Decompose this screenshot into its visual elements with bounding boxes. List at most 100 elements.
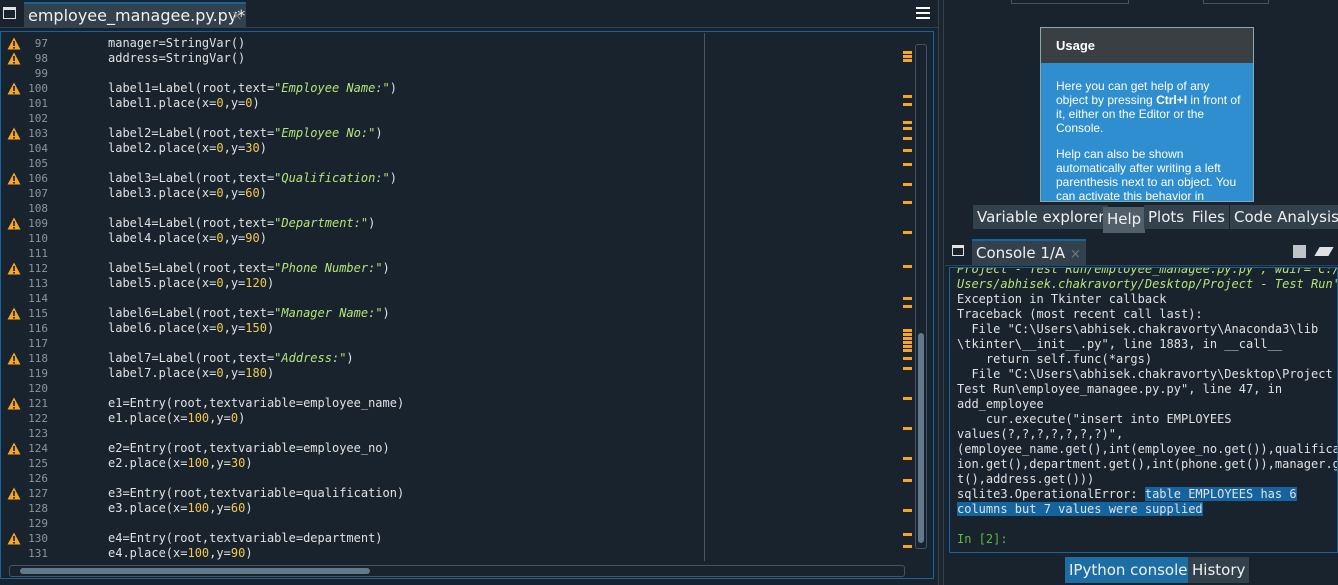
- code-line[interactable]: [76, 246, 903, 261]
- warning-icon[interactable]: [7, 307, 21, 320]
- close-icon[interactable]: ×: [1070, 247, 1081, 262]
- warning-flag-marker[interactable]: [903, 103, 912, 106]
- warning-icon[interactable]: [7, 172, 21, 185]
- warning-flag-marker[interactable]: [903, 367, 912, 370]
- console-tab[interactable]: Console 1/A ×: [972, 239, 1086, 266]
- code-line[interactable]: label5=Label(root,text="Phone Number:"): [76, 261, 903, 276]
- warning-flag-strip[interactable]: [903, 33, 915, 563]
- code-line[interactable]: [76, 516, 903, 531]
- warning-flag-marker[interactable]: [903, 545, 912, 548]
- warning-flag-marker[interactable]: [903, 137, 912, 140]
- code-line[interactable]: manager=StringVar(): [76, 36, 903, 51]
- pane-splitter[interactable]: [938, 0, 944, 585]
- code-line[interactable]: e4=Entry(root,textvariable=department): [76, 531, 903, 546]
- warning-flag-marker[interactable]: [903, 509, 912, 512]
- warning-flag-marker[interactable]: [903, 349, 912, 352]
- warning-flag-marker[interactable]: [903, 345, 912, 348]
- horizontal-scrollbar[interactable]: [9, 565, 905, 577]
- warning-icon[interactable]: [7, 532, 21, 545]
- help-toolbar-field[interactable]: [1011, 0, 1129, 4]
- warning-icon[interactable]: [7, 442, 21, 455]
- warning-flag-marker[interactable]: [903, 397, 912, 400]
- warning-flag-marker[interactable]: [903, 533, 912, 536]
- warning-icon[interactable]: [7, 217, 21, 230]
- code-line[interactable]: e2=Entry(root,textvariable=employee_no): [76, 441, 903, 456]
- vertical-scrollbar[interactable]: [915, 44, 927, 549]
- warning-icon[interactable]: [7, 397, 21, 410]
- eraser-icon[interactable]: [1314, 247, 1334, 256]
- editor-tab[interactable]: employee_managee.py.py* ×: [24, 2, 246, 28]
- code-line[interactable]: [76, 336, 903, 351]
- warning-flag-marker[interactable]: [903, 163, 912, 166]
- code-line[interactable]: [76, 426, 903, 441]
- help-toolbar-field[interactable]: [1203, 0, 1269, 4]
- warning-icon[interactable]: [7, 82, 21, 95]
- tab-code-analysis[interactable]: Code Analysis: [1230, 205, 1338, 229]
- warning-flag-marker[interactable]: [903, 149, 912, 152]
- warning-flag-marker[interactable]: [903, 51, 912, 54]
- code-line[interactable]: [76, 111, 903, 126]
- code-line[interactable]: label3=Label(root,text="Qualification:"): [76, 171, 903, 186]
- code-line[interactable]: label6=Label(root,text="Manager Name:"): [76, 306, 903, 321]
- tab-variable-explorer[interactable]: Variable explorer: [973, 205, 1109, 229]
- warning-flag-marker[interactable]: [903, 305, 912, 308]
- tab-switcher-icon[interactable]: [3, 7, 16, 19]
- code-line[interactable]: label2=Label(root,text="Employee No:"): [76, 126, 903, 141]
- warning-flag-marker[interactable]: [903, 55, 912, 58]
- code-line[interactable]: label6.place(x=0,y=150): [76, 321, 903, 336]
- code-line[interactable]: e3.place(x=100,y=60): [76, 501, 903, 516]
- warning-flag-marker[interactable]: [903, 201, 912, 204]
- warning-icon[interactable]: [7, 37, 21, 50]
- code-line[interactable]: e3=Entry(root,textvariable=qualification…: [76, 486, 903, 501]
- code-line[interactable]: e2.place(x=100,y=30): [76, 456, 903, 471]
- scrollbar-thumb[interactable]: [918, 333, 924, 543]
- code-line[interactable]: label2.place(x=0,y=30): [76, 141, 903, 156]
- code-line[interactable]: [76, 156, 903, 171]
- tab-files[interactable]: Files: [1188, 205, 1229, 229]
- code-line[interactable]: label3.place(x=0,y=60): [76, 186, 903, 201]
- code-line[interactable]: [76, 291, 903, 306]
- warning-flag-marker[interactable]: [903, 357, 912, 360]
- close-icon[interactable]: ×: [231, 8, 243, 24]
- warning-flag-marker[interactable]: [903, 457, 912, 460]
- stop-icon[interactable]: [1293, 245, 1306, 258]
- warning-icon[interactable]: [7, 352, 21, 365]
- code-line[interactable]: [76, 201, 903, 216]
- code-area[interactable]: manager=StringVar() address=StringVar() la…: [76, 33, 903, 563]
- code-line[interactable]: label7.place(x=0,y=180): [76, 366, 903, 381]
- options-menu-icon[interactable]: [916, 7, 930, 19]
- warning-flag-marker[interactable]: [903, 333, 912, 336]
- code-line[interactable]: label4=Label(root,text="Department:"): [76, 216, 903, 231]
- code-line[interactable]: label1=Label(root,text="Employee Name:"): [76, 81, 903, 96]
- console-output[interactable]: Project - Test Run/employee_managee.py.p…: [949, 267, 1338, 553]
- warning-flag-marker[interactable]: [903, 183, 912, 186]
- warning-flag-marker[interactable]: [903, 265, 912, 268]
- warning-icon[interactable]: [7, 52, 21, 65]
- warning-flag-marker[interactable]: [903, 337, 912, 340]
- warning-flag-marker[interactable]: [903, 427, 912, 430]
- code-line[interactable]: e1.place(x=100,y=0): [76, 411, 903, 426]
- warning-flag-marker[interactable]: [903, 231, 912, 234]
- code-line[interactable]: label5.place(x=0,y=120): [76, 276, 903, 291]
- warning-flag-marker[interactable]: [903, 341, 912, 344]
- code-editor[interactable]: 97 98 99 100 101 102 103 104 105 106 107 108 109 110 1…: [0, 31, 934, 579]
- warning-icon[interactable]: [7, 262, 21, 275]
- scrollbar-thumb[interactable]: [20, 568, 370, 574]
- code-line[interactable]: e1=Entry(root,textvariable=employee_name…: [76, 396, 903, 411]
- warning-icon[interactable]: [7, 487, 21, 500]
- tab-switcher-icon[interactable]: [952, 245, 964, 256]
- warning-flag-marker[interactable]: [903, 479, 912, 482]
- warning-flag-marker[interactable]: [903, 95, 912, 98]
- code-line[interactable]: [76, 381, 903, 396]
- tab-plots[interactable]: Plots: [1144, 205, 1189, 229]
- warning-flag-marker[interactable]: [903, 127, 912, 130]
- code-line[interactable]: address=StringVar(): [76, 51, 903, 66]
- warning-flag-marker[interactable]: [903, 59, 912, 62]
- tab-ipython-console[interactable]: IPython console: [1065, 557, 1192, 583]
- warning-flag-marker[interactable]: [903, 121, 912, 124]
- warning-flag-marker[interactable]: [903, 297, 912, 300]
- tab-help[interactable]: Help: [1103, 207, 1146, 233]
- code-line[interactable]: label1.place(x=0,y=0): [76, 96, 903, 111]
- warning-icon[interactable]: [7, 127, 21, 140]
- code-line[interactable]: e4.place(x=100,y=90): [76, 546, 903, 561]
